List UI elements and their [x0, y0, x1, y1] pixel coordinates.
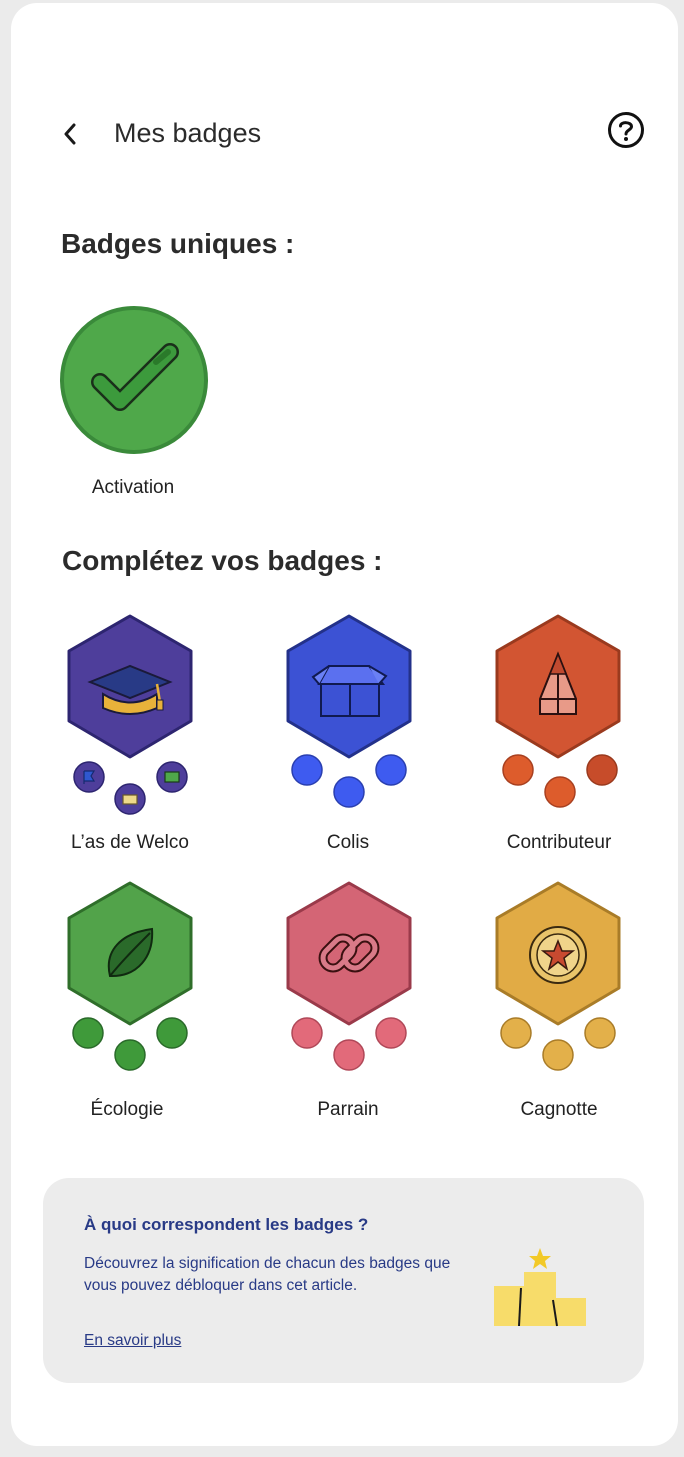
learn-more-link[interactable]: En savoir plus: [84, 1332, 181, 1350]
activation-label: Activation: [91, 477, 175, 498]
parrain-badge[interactable]: [285, 881, 413, 1091]
colis-badge[interactable]: [285, 614, 413, 824]
box-icon: [311, 665, 388, 717]
podium-icon: [494, 1248, 586, 1327]
unique-badges-title: Badges uniques :: [61, 228, 295, 259]
cagnotte-label: Cagnotte: [520, 1099, 598, 1120]
info-card: À quoi correspondent les badges ? Découv…: [43, 1178, 644, 1383]
info-title: À quoi correspondent les badges ?: [84, 1215, 369, 1234]
as-de-welco-badge[interactable]: [66, 614, 194, 824]
parrain-label: Parrain: [317, 1099, 379, 1120]
cagnotte-badge[interactable]: [494, 881, 622, 1091]
help-icon[interactable]: [607, 111, 645, 149]
ecologie-label: Écologie: [90, 1099, 164, 1120]
as-de-welco-label: L’as de Welco: [71, 832, 189, 853]
activation-badge[interactable]: [58, 304, 210, 456]
coin-star-icon: [529, 926, 587, 984]
ecologie-badge[interactable]: [66, 881, 194, 1091]
colis-label: Colis: [326, 832, 370, 853]
page-title: Mes badges: [114, 118, 262, 148]
ticket-icon: [122, 794, 138, 805]
contributeur-badge[interactable]: [494, 614, 622, 824]
contributeur-label: Contributeur: [506, 832, 612, 853]
info-description: Découvrez la signification de chacun des…: [84, 1255, 451, 1294]
banknote-icon: [164, 771, 180, 783]
back-arrow-icon[interactable]: [60, 120, 82, 148]
complete-badges-title: Complétez vos badges :: [62, 545, 383, 576]
